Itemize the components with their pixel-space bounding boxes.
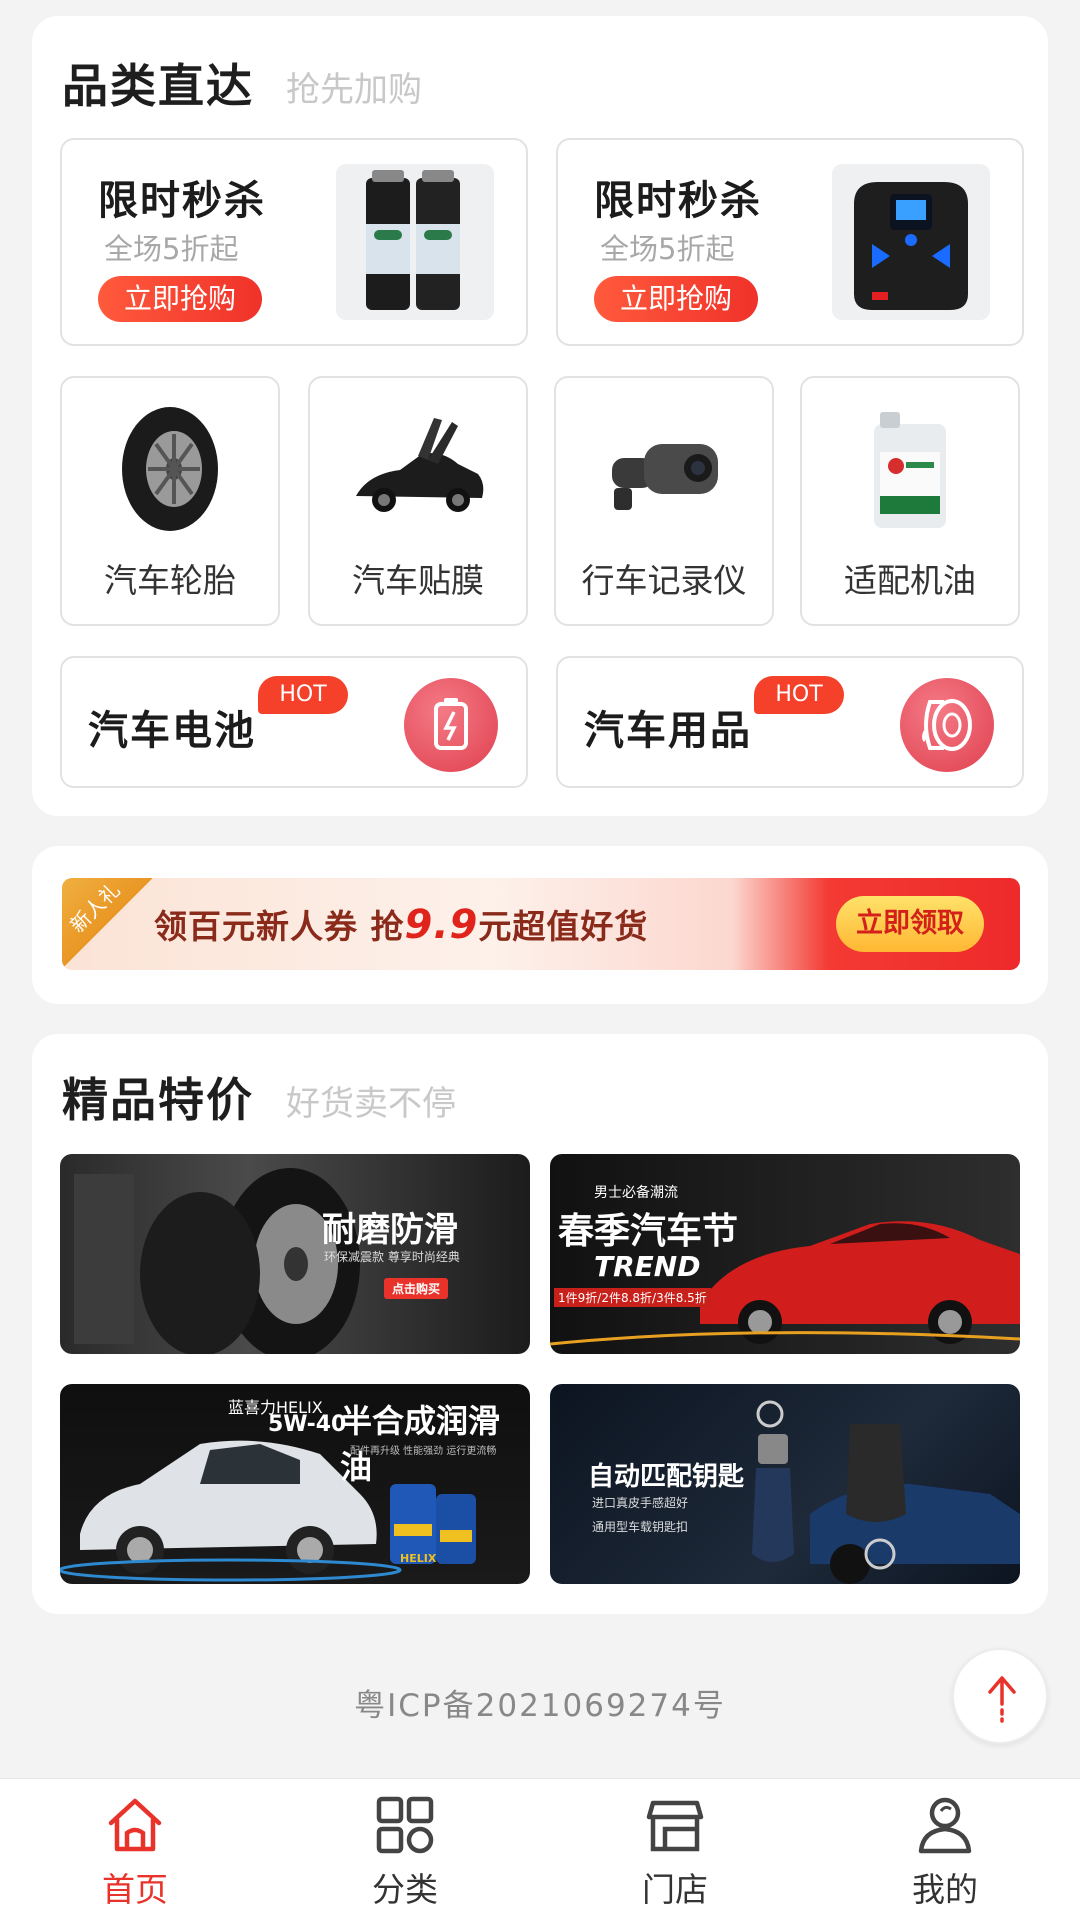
dash-cam-image [612,444,718,510]
hot-badge: HOT [258,676,348,714]
tab-label: 门店 [642,1870,708,1909]
special-card: 精品特价 好货卖不停 耐磨防滑 环保减震款 尊享时尚经典 点击购买 男士必备潮流… [32,1034,1048,1614]
promo-key-banner[interactable]: 自动匹配钥匙 进口真皮手感超好 通用型车载钥匙扣 [550,1384,1020,1584]
tire-roll-icon [900,678,994,772]
category-tile-film[interactable]: 汽车贴膜 [308,376,528,626]
hot-card-battery[interactable]: 汽车电池 HOT [60,656,528,788]
category-label: 汽车贴膜 [352,561,484,600]
coupon-price: 9.9 [404,902,479,948]
arrow-up-icon [988,1676,1016,1723]
buy-now-button[interactable]: 立即抢购 [98,276,262,322]
back-to-top-button[interactable] [952,1648,1048,1744]
spray-cans-image [336,164,494,320]
flash-sale-title: 限时秒杀 [594,178,762,224]
flash-sale-subtitle: 全场5折起 [600,232,735,266]
home-icon [108,1798,162,1852]
flash-sale-title: 限时秒杀 [98,178,266,224]
tab-store[interactable]: 门店 [540,1779,810,1920]
section-subtitle: 抢先加购 [286,70,422,110]
flash-sale-card[interactable]: 限时秒杀 全场5折起 立即抢购 [556,138,1024,346]
icp-license: 粤ICP备2021069274号 [354,1688,726,1724]
promo-headline: 自动匹配钥匙 [588,1462,745,1492]
promo-headline: 春季汽车节 [558,1211,739,1252]
hot-item-label: 汽车用品 [584,708,752,754]
grid-icon [376,1796,434,1854]
sports-car-image [356,418,484,512]
promo-tag: HELIX [400,1552,437,1565]
promo-line: 环保减震款 尊享时尚经典 [324,1250,460,1264]
promo-festival-banner[interactable]: 男士必备潮流 春季汽车节 TREND 1件9折/2件8.8折/3件8.5折 [550,1154,1020,1354]
hot-card-supplies[interactable]: 汽车用品 HOT [556,656,1024,788]
promo-oil-banner[interactable]: 蓝喜力HELIX 5W-40 半合成润滑油 配件再升级 性能强劲 运行更流畅 H… [60,1384,530,1584]
hot-badge: HOT [754,676,844,714]
category-tile-tire[interactable]: 汽车轮胎 [60,376,280,626]
promo-line: 5W-40 [268,1412,347,1437]
category-label: 行车记录仪 [581,561,747,600]
claim-coupon-button[interactable]: 立即领取 [836,896,984,952]
promo-line: 配件再升级 性能强劲 运行更流畅 [350,1446,497,1457]
promo-cta[interactable]: 点击购买 [384,1278,449,1299]
section-subtitle: 好货卖不停 [286,1084,456,1124]
promo-line: TREND [594,1250,701,1283]
section-title: 精品特价 [62,1073,254,1127]
promo-line: 进口真皮手感超好 [592,1496,689,1510]
coupon-text-after: 元超值好货 [478,907,649,946]
category-label: 汽车轮胎 [104,561,236,600]
air-pump-image [832,164,990,320]
coupon-card: 新人礼 领百元新人券 抢9.9元超值好货 立即领取 [32,846,1048,1004]
tire-image [122,407,218,531]
user-icon [918,1797,972,1854]
promo-headline: 耐磨防滑 [322,1210,458,1250]
tab-label: 分类 [372,1870,438,1909]
category-tile-dashcam[interactable]: 行车记录仪 [554,376,774,626]
coupon-text-before: 领百元新人券 抢 [154,907,405,946]
new-user-coupon-banner[interactable]: 新人礼 领百元新人券 抢9.9元超值好货 立即领取 [62,878,1020,970]
tab-category[interactable]: 分类 [270,1779,540,1920]
store-icon [646,1800,704,1852]
tab-label: 首页 [102,1870,168,1909]
bottom-tab-bar: 首页 分类 门店 我的 [0,1778,1080,1920]
battery-icon [404,678,498,772]
category-card: 品类直达 抢先加购 限时秒杀 全场5折起 立即抢购 限时秒杀 全场5折起 立即抢… [32,16,1048,816]
promo-kicker: 男士必备潮流 [594,1185,678,1201]
tab-profile[interactable]: 我的 [810,1779,1080,1920]
flash-sale-subtitle: 全场5折起 [104,232,239,266]
promo-tire-banner[interactable]: 耐磨防滑 环保减震款 尊享时尚经典 点击购买 [60,1154,530,1354]
promo-line: 1件9折/2件8.8折/3件8.5折 [554,1288,711,1307]
coupon-text: 领百元新人券 抢9.9元超值好货 [154,900,648,948]
oil-bottle-image [874,412,946,528]
section-title: 品类直达 [62,59,254,113]
hot-item-label: 汽车电池 [88,708,256,754]
tab-label: 我的 [912,1870,978,1909]
tab-home[interactable]: 首页 [0,1779,270,1920]
buy-now-button[interactable]: 立即抢购 [594,276,758,322]
category-tile-oil[interactable]: 适配机油 [800,376,1020,626]
category-label: 适配机油 [844,561,976,600]
flash-sale-card[interactable]: 限时秒杀 全场5折起 立即抢购 [60,138,528,346]
promo-line: 通用型车载钥匙扣 [592,1520,689,1534]
